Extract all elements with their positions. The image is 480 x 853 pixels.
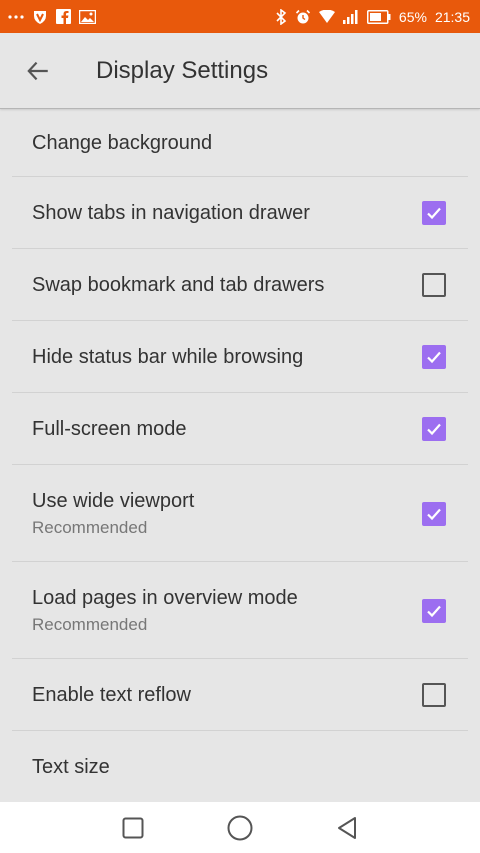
setting-title: Enable text reflow [32,683,191,706]
recents-button[interactable] [113,808,153,848]
setting-title: Use wide viewport [32,489,195,512]
checkbox-text-reflow[interactable] [422,683,446,707]
page-title: Display Settings [96,56,269,84]
status-bar: 65% 21:35 [0,0,480,33]
home-circle-icon [227,815,253,840]
home-button[interactable] [220,808,260,848]
battery-percent: 65% [398,8,427,25]
setting-title: Swap bookmark and tab drawers [32,273,325,296]
app-bar: Display Settings [0,33,480,109]
alarm-icon [295,9,311,25]
bluetooth-icon [275,8,287,25]
checkbox-wide-viewport[interactable] [422,501,446,526]
vpn-shield-icon [32,9,48,25]
checkbox-show-tabs[interactable] [422,201,446,225]
nav-bar [0,802,480,853]
setting-title: Text size [32,755,110,778]
setting-subtitle: Recommended [32,517,148,537]
nav-back-button[interactable] [327,808,367,848]
status-bar-left [8,9,96,25]
back-triangle-icon [337,816,356,839]
setting-title: Show tabs in navigation drawer [32,201,310,224]
checkbox-hide-status-bar[interactable] [422,345,446,369]
setting-swap-drawers[interactable]: Swap bookmark and tab drawers [0,249,480,321]
back-button[interactable] [10,43,66,99]
setting-text-size[interactable]: Text size [0,731,480,803]
settings-list: Change background Show tabs in navigatio… [0,109,480,803]
setting-change-background[interactable]: Change background [0,109,480,177]
setting-hide-status-bar[interactable]: Hide status bar while browsing [0,321,480,393]
signal-icon [342,9,359,24]
image-icon [79,9,96,24]
setting-title: Hide status bar while browsing [32,345,304,368]
setting-wide-viewport[interactable]: Use wide viewport Recommended [0,465,480,562]
facebook-icon [56,9,71,24]
setting-subtitle: Recommended [32,614,148,634]
checkbox-overview-mode[interactable] [422,598,446,623]
setting-title: Load pages in overview mode [32,586,298,609]
clock: 21:35 [434,8,470,25]
arrow-left-icon [27,61,48,80]
setting-full-screen[interactable]: Full-screen mode [0,393,480,465]
setting-title: Full-screen mode [32,417,187,440]
checkbox-full-screen[interactable] [422,417,446,441]
setting-overview-mode[interactable]: Load pages in overview mode Recommended [0,562,480,659]
setting-show-tabs-in-drawer[interactable]: Show tabs in navigation drawer [0,177,480,249]
recents-square-icon [122,817,144,838]
battery-icon [366,9,391,24]
setting-text-reflow[interactable]: Enable text reflow [0,659,480,731]
setting-title: Change background [32,131,213,154]
more-icon [8,14,24,20]
checkbox-swap-drawers[interactable] [422,273,446,297]
status-bar-right: 65% 21:35 [275,8,470,25]
wifi-icon [318,9,335,24]
